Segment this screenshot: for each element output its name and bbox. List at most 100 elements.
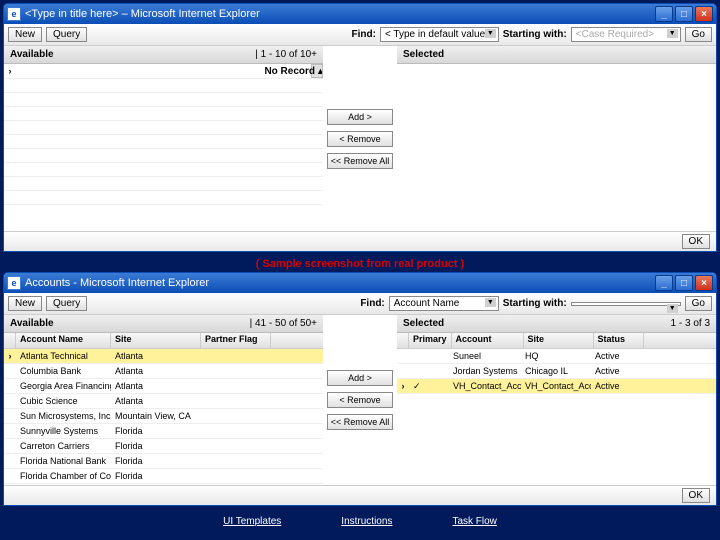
starting-with-label: Starting with: (503, 298, 567, 309)
sample-caption: ( Sample screenshot from real product ) (3, 258, 717, 270)
starting-with-input[interactable] (571, 302, 681, 306)
cell-account-name: Sun Microsystems, Inc (16, 410, 111, 422)
query-button[interactable]: Query (46, 27, 87, 42)
table-row[interactable]: Georgia Area FinancingAtlanta (4, 379, 323, 394)
table-row[interactable]: ›✓VH_Contact_AccounVH_Contact_AccounActi… (397, 379, 716, 394)
link-task-flow[interactable]: Task Flow (452, 516, 496, 527)
remove-all-button[interactable]: << Remove All (327, 153, 393, 169)
table-row[interactable]: Cubic ScienceAtlanta (4, 394, 323, 409)
row-caret-icon: › (4, 65, 16, 77)
minimize-button[interactable]: _ (655, 6, 673, 22)
mockup-window: e <Type in title here> – Microsoft Inter… (3, 3, 717, 252)
window-title: Accounts - Microsoft Internet Explorer (25, 277, 655, 289)
add-button[interactable]: Add > (327, 370, 393, 386)
ie-icon: e (7, 276, 21, 290)
cell-account: Jordan Systems (449, 365, 521, 377)
new-button[interactable]: New (8, 27, 42, 42)
maximize-button[interactable]: □ (675, 6, 693, 22)
table-row[interactable]: Florida Chamber of CommerceFlorida (4, 469, 323, 484)
col-partner-flag[interactable]: Partner Flag (201, 333, 271, 348)
available-list[interactable]: No Record › ▲ (4, 64, 323, 231)
starting-with-label: Starting with: (503, 29, 567, 40)
ok-button[interactable]: OK (682, 488, 710, 503)
cell-site: Florida (111, 425, 201, 437)
cell-site: Atlanta (111, 350, 201, 362)
new-button[interactable]: New (8, 296, 42, 311)
sample-window: e Accounts - Microsoft Internet Explorer… (3, 272, 717, 506)
find-dropdown[interactable]: < Type in default value > (380, 27, 499, 42)
col-site[interactable]: Site (111, 333, 201, 348)
find-label: Find: (360, 298, 384, 309)
row-caret-icon (4, 415, 16, 417)
col-site[interactable]: Site (524, 333, 594, 348)
window-controls: _ □ × (655, 6, 713, 22)
transfer-buttons: Add > < Remove << Remove All (323, 46, 397, 231)
ok-button[interactable]: OK (682, 234, 710, 249)
bottom-nav: UI Templates Instructions Task Flow (3, 512, 717, 531)
link-instructions[interactable]: Instructions (341, 516, 392, 527)
selected-panel: Selected 1 - 3 of 3 Primary Account Site… (397, 315, 716, 485)
cell-status: Active (591, 350, 641, 362)
remove-button[interactable]: < Remove (327, 392, 393, 408)
titlebar: e Accounts - Microsoft Internet Explorer… (4, 273, 716, 293)
cell-site: Chicago IL (521, 365, 591, 377)
cell-site: Florida (111, 455, 201, 467)
table-row[interactable]: Hohenmeir EngineeringHamburg, Germany (4, 484, 323, 485)
cell-account-name: Carreton Carriers (16, 440, 111, 452)
maximize-button[interactable]: □ (675, 275, 693, 291)
dual-list-body: Available | 1 - 10 of 10+ No Record › ▲ … (4, 46, 716, 231)
row-caret-icon (4, 475, 16, 477)
cell-account: Suneel (449, 350, 521, 362)
cell-primary[interactable] (409, 355, 449, 357)
dialog-footer: OK (4, 485, 716, 505)
cell-partner-flag (201, 430, 271, 432)
cell-site: Atlanta (111, 380, 201, 392)
col-status[interactable]: Status (594, 333, 644, 348)
table-row[interactable]: ›Atlanta TechnicalAtlanta (4, 349, 323, 364)
cell-partner-flag (201, 475, 271, 477)
cell-account-name: Florida Chamber of Commerce (16, 470, 111, 482)
cell-account-name: Georgia Area Financing (16, 380, 111, 392)
cell-site: Mountain View, CA (111, 410, 201, 422)
row-caret-icon (397, 370, 409, 372)
go-button[interactable]: Go (685, 27, 712, 42)
remove-button[interactable]: < Remove (327, 131, 393, 147)
selected-list[interactable]: Primary Account Site Status SuneelHQActi… (397, 333, 716, 485)
table-row[interactable]: SuneelHQActive (397, 349, 716, 364)
table-row[interactable]: Sun Microsystems, IncMountain View, CA (4, 409, 323, 424)
minimize-button[interactable]: _ (655, 275, 673, 291)
starting-with-input[interactable]: <Case Required> (571, 27, 681, 42)
row-caret-icon (397, 355, 409, 357)
table-row[interactable]: Sunnyville SystemsFlorida (4, 424, 323, 439)
cell-site: VH_Contact_Accoun (521, 380, 591, 392)
col-account[interactable]: Account (452, 333, 524, 348)
remove-all-button[interactable]: << Remove All (327, 414, 393, 430)
table-row[interactable]: Columbia BankAtlanta (4, 364, 323, 379)
cell-site: Atlanta (111, 395, 201, 407)
cell-primary[interactable]: ✓ (409, 380, 449, 393)
table-row[interactable]: Jordan SystemsChicago ILActive (397, 364, 716, 379)
no-record-label: No Record (264, 66, 315, 77)
table-row[interactable]: Carreton CarriersFlorida (4, 439, 323, 454)
find-dropdown[interactable]: Account Name (389, 296, 499, 311)
cell-account-name: Atlanta Technical (16, 350, 111, 362)
col-account-name[interactable]: Account Name (16, 333, 111, 348)
table-row[interactable]: Florida National BankFlorida (4, 454, 323, 469)
go-button[interactable]: Go (685, 296, 712, 311)
selected-list[interactable] (397, 64, 716, 231)
available-heading: Available (10, 49, 54, 60)
close-button[interactable]: × (695, 275, 713, 291)
col-primary[interactable]: Primary (409, 333, 452, 348)
close-button[interactable]: × (695, 6, 713, 22)
dialog-footer: OK (4, 231, 716, 251)
add-button[interactable]: Add > (327, 109, 393, 125)
grid-header: Primary Account Site Status (397, 333, 716, 349)
cell-partner-flag (201, 370, 271, 372)
cell-primary[interactable] (409, 370, 449, 372)
available-list[interactable]: Account Name Site Partner Flag ›Atlanta … (4, 333, 323, 485)
transfer-buttons: Add > < Remove << Remove All (323, 315, 397, 485)
query-button[interactable]: Query (46, 296, 87, 311)
cell-site: HQ (521, 350, 591, 362)
cell-account-name: Sunnyville Systems (16, 425, 111, 437)
link-ui-templates[interactable]: UI Templates (223, 516, 281, 527)
